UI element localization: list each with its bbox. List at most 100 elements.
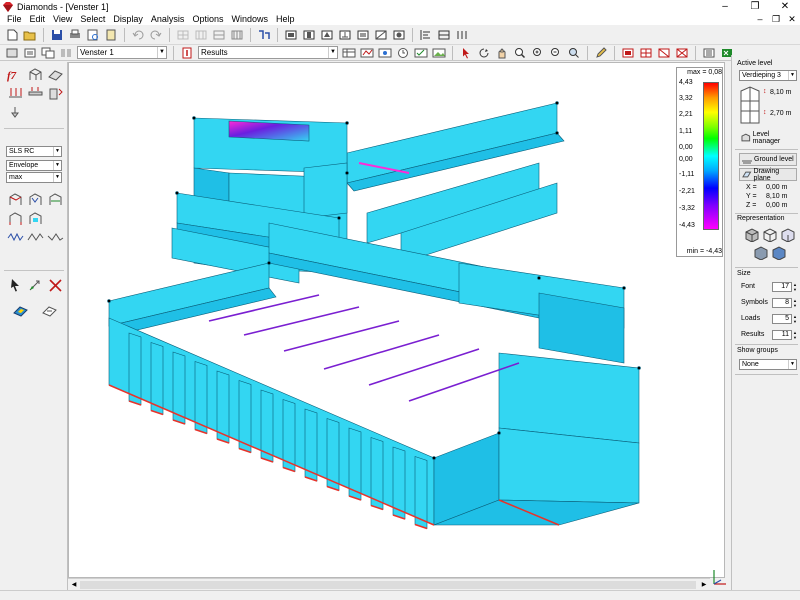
zoom-icon[interactable] — [512, 46, 528, 60]
wall-load-icon[interactable] — [46, 85, 65, 102]
load-arrows-icon[interactable] — [6, 85, 25, 102]
undo-icon[interactable] — [130, 28, 146, 42]
limit-state-select[interactable]: SLS RC ▼ — [6, 146, 62, 157]
level-manager-button[interactable]: Level manager — [739, 131, 797, 145]
view-top-icon[interactable] — [319, 28, 335, 42]
window-select[interactable]: Venster 1 ▼ — [77, 46, 167, 59]
frame-3d-icon[interactable] — [26, 66, 45, 83]
select-pointer-icon[interactable] — [6, 277, 25, 294]
envelope-select[interactable]: Envelope ▼ — [6, 160, 62, 171]
moment-frame-icon[interactable] — [26, 191, 45, 208]
symbols-size-input[interactable]: 8 — [772, 298, 792, 308]
font-size-input[interactable]: 17 — [772, 282, 792, 292]
filter-diag-icon[interactable] — [656, 46, 672, 60]
grid-snap-icon[interactable] — [175, 28, 191, 42]
representation-rendered-icon[interactable] — [780, 227, 795, 242]
deselect-icon[interactable] — [46, 277, 65, 294]
active-level-select[interactable]: Verdieping 3 ▼ — [739, 70, 797, 81]
pan-hand-icon[interactable] — [494, 46, 510, 60]
results-iso-icon[interactable] — [377, 46, 393, 60]
menu-select[interactable]: Select — [76, 13, 109, 25]
filter-grid-icon[interactable] — [638, 46, 654, 60]
model-viewport[interactable]: max = 0,08 4,43 3,32 2,21 1,11 0,00 0,00… — [68, 62, 725, 578]
slab-outline-icon[interactable] — [35, 302, 63, 319]
zoom-in-icon[interactable] — [530, 46, 546, 60]
scrollbar-thumb[interactable] — [80, 581, 696, 589]
beam-load-icon[interactable] — [26, 85, 45, 102]
stress-frame-icon[interactable] — [26, 210, 45, 227]
support-icon[interactable] — [6, 104, 25, 121]
symbols-size-spinner-icon[interactable]: ▲ ▼ — [792, 298, 798, 308]
mdi-close-button[interactable]: ✕ — [784, 14, 800, 25]
print-icon[interactable] — [67, 28, 83, 42]
slab-results-icon[interactable] — [6, 302, 34, 319]
reaction-frame-icon[interactable] — [6, 210, 25, 227]
results-diagram-icon[interactable] — [359, 46, 375, 60]
menu-display[interactable]: Display — [109, 13, 147, 25]
open-folder-icon[interactable] — [22, 28, 38, 42]
tile-windows-icon[interactable] — [58, 46, 74, 60]
results-size-spinner-icon[interactable]: ▲ ▼ — [792, 330, 798, 340]
representation-hidden-icon[interactable] — [753, 245, 768, 260]
font-size-spinner-icon[interactable]: ▲ ▼ — [792, 282, 798, 292]
report-icon[interactable] — [103, 28, 119, 42]
representation-frame-icon[interactable] — [762, 227, 777, 242]
show-groups-select[interactable]: None ▼ — [739, 359, 797, 370]
menu-windows[interactable]: Windows — [227, 13, 272, 25]
view-3d-icon[interactable] — [355, 28, 371, 42]
model-icon[interactable] — [4, 46, 20, 60]
results-size-input[interactable]: 11 — [772, 330, 792, 340]
menu-help[interactable]: Help — [272, 13, 299, 25]
beam-diagram-2-icon[interactable] — [26, 229, 45, 246]
save-icon[interactable] — [49, 28, 65, 42]
horizontal-scrollbar[interactable]: ◀ ▶ — [68, 578, 710, 590]
print-preview-icon[interactable] — [85, 28, 101, 42]
maximize-button[interactable]: ❐ — [740, 1, 770, 13]
f7-results-icon[interactable]: f7 — [6, 66, 25, 83]
extreme-select[interactable]: max ▼ — [6, 172, 62, 183]
close-button[interactable]: ✕ — [770, 1, 800, 13]
structure-3d-model[interactable] — [69, 63, 725, 578]
drawing-plane-button[interactable]: Drawing plane — [739, 168, 797, 182]
grid-lines-icon[interactable] — [193, 28, 209, 42]
results-table-icon[interactable] — [341, 46, 357, 60]
pencil-icon[interactable] — [593, 46, 609, 60]
results-clock-icon[interactable] — [395, 46, 411, 60]
results-check-icon[interactable] — [413, 46, 429, 60]
menu-options[interactable]: Options — [188, 13, 227, 25]
results-select[interactable]: Results ▼ — [198, 46, 338, 59]
menu-view[interactable]: View — [49, 13, 76, 25]
zoom-out-icon[interactable] — [548, 46, 564, 60]
select-window-icon[interactable] — [26, 277, 45, 294]
representation-shaded-icon[interactable] — [771, 245, 786, 260]
render-wire-icon[interactable] — [373, 28, 389, 42]
menu-edit[interactable]: Edit — [26, 13, 50, 25]
results-picture-icon[interactable] — [431, 46, 447, 60]
align-left-icon[interactable] — [418, 28, 434, 42]
pointer-tool-icon[interactable] — [458, 46, 474, 60]
minimize-button[interactable]: – — [710, 1, 740, 13]
distribute-icon[interactable] — [454, 28, 470, 42]
window-list-icon[interactable] — [22, 46, 38, 60]
align-grid-icon[interactable] — [436, 28, 452, 42]
filter-mesh-icon[interactable] — [674, 46, 690, 60]
render-shaded-icon[interactable] — [391, 28, 407, 42]
representation-solid-icon[interactable] — [744, 227, 759, 242]
section-tool-icon[interactable] — [256, 28, 272, 42]
slab-icon[interactable] — [46, 66, 65, 83]
list-view-icon[interactable] — [701, 46, 717, 60]
redo-icon[interactable] — [148, 28, 164, 42]
view-iso-icon[interactable] — [337, 28, 353, 42]
grid-columns-icon[interactable] — [229, 28, 245, 42]
mdi-restore-button[interactable]: ❐ — [768, 14, 784, 25]
copy-window-icon[interactable] — [40, 46, 56, 60]
view-front-icon[interactable] — [283, 28, 299, 42]
beam-diagram-3-icon[interactable] — [46, 229, 65, 246]
mdi-minimize-button[interactable]: – — [752, 14, 768, 25]
menu-analysis[interactable]: Analysis — [147, 13, 189, 25]
result-info-icon[interactable] — [179, 46, 195, 60]
new-file-icon[interactable] — [4, 28, 20, 42]
zoom-extents-icon[interactable] — [566, 46, 582, 60]
filter-red-icon[interactable] — [620, 46, 636, 60]
shear-frame-icon[interactable] — [46, 191, 65, 208]
